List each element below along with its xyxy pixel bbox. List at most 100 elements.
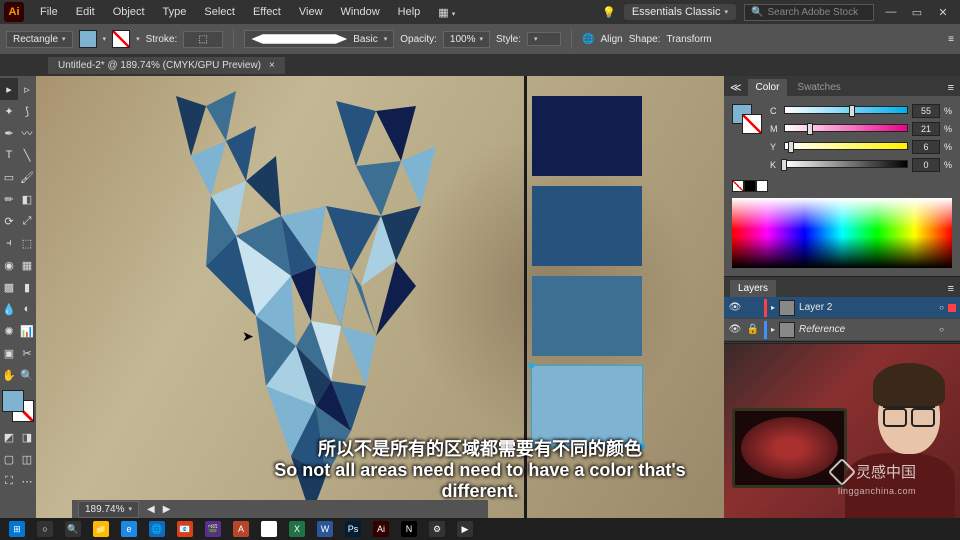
shape-builder-tool[interactable]: ◉: [0, 254, 18, 276]
cmyk-m-value[interactable]: 21: [912, 122, 940, 136]
taskbar-icon-11[interactable]: W: [312, 519, 338, 539]
lock-toggle-icon[interactable]: 🔒: [746, 324, 760, 335]
draw-behind-icon[interactable]: ◫: [18, 448, 36, 470]
taskbar-icon-12[interactable]: Ps: [340, 519, 366, 539]
menu-object[interactable]: Object: [105, 3, 153, 21]
taskbar-icon-0[interactable]: ⊞: [4, 519, 30, 539]
stroke-swatch[interactable]: [112, 30, 130, 48]
fill-stroke-swatches[interactable]: [2, 390, 34, 422]
cmyk-y-slider[interactable]: [784, 142, 908, 152]
color-spectrum[interactable]: [732, 198, 952, 268]
lasso-tool[interactable]: ⟆: [18, 100, 36, 122]
gradient-mode-icon[interactable]: ◨: [18, 426, 36, 448]
taskbar-icon-9[interactable]: ⬇: [256, 519, 282, 539]
taskbar-icon-8[interactable]: A: [228, 519, 254, 539]
palette-swatch-2[interactable]: [532, 276, 642, 356]
panel-menu-icon[interactable]: ≡: [948, 283, 954, 295]
target-icon[interactable]: ○: [939, 303, 944, 312]
swatches-tab[interactable]: Swatches: [789, 79, 848, 96]
bulb-icon[interactable]: 💡: [602, 6, 616, 19]
artboard-nav-next-icon[interactable]: ▶: [163, 504, 171, 515]
eraser-tool[interactable]: ◧: [18, 188, 36, 210]
expand-layer-icon[interactable]: ▸: [771, 303, 775, 312]
layer-name[interactable]: Layer 2: [799, 302, 832, 313]
scale-tool[interactable]: ⤢: [18, 210, 36, 232]
menu-effect[interactable]: Effect: [245, 3, 289, 21]
visibility-toggle-icon[interactable]: 👁: [728, 324, 742, 335]
draw-normal-icon[interactable]: ▢: [0, 448, 18, 470]
taskbar-icon-7[interactable]: 🎬: [200, 519, 226, 539]
menu-file[interactable]: File: [32, 3, 66, 21]
width-tool[interactable]: ⫞: [0, 232, 18, 254]
rotate-tool[interactable]: ⟳: [0, 210, 18, 232]
color-mode-icon[interactable]: ◩: [0, 426, 18, 448]
cmyk-c-slider[interactable]: [784, 106, 908, 116]
close-button[interactable]: ✕: [934, 3, 952, 21]
panel-menu-icon[interactable]: ≡: [948, 34, 954, 45]
color-tab[interactable]: Color: [748, 79, 788, 96]
menu-window[interactable]: Window: [333, 3, 388, 21]
taskbar-icon-10[interactable]: X: [284, 519, 310, 539]
minimize-button[interactable]: —: [882, 3, 900, 21]
mesh-tool[interactable]: ▩: [0, 276, 18, 298]
document-tab[interactable]: Untitled-2* @ 189.74% (CMYK/GPU Preview)…: [48, 57, 285, 74]
visibility-toggle-icon[interactable]: 👁: [728, 302, 742, 313]
menu-edit[interactable]: Edit: [68, 3, 103, 21]
expand-layer-icon[interactable]: ▸: [771, 325, 775, 334]
white-swatch[interactable]: [756, 180, 768, 192]
type-tool[interactable]: T: [0, 144, 18, 166]
tool-name-label[interactable]: Rectangle ▾: [6, 31, 73, 48]
eyedropper-tool[interactable]: 💧: [0, 298, 18, 320]
artboard-tool[interactable]: ▣: [0, 342, 18, 364]
rectangle-tool[interactable]: ▭: [0, 166, 18, 188]
pen-tool[interactable]: ✒: [0, 122, 18, 144]
stroke-weight-input[interactable]: ⬚: [183, 31, 223, 48]
align-label[interactable]: Align: [600, 34, 622, 45]
style-select[interactable]: ▾: [527, 32, 561, 46]
panel-menu-icon[interactable]: ≡: [948, 82, 954, 94]
menu-view[interactable]: View: [291, 3, 331, 21]
slice-tool[interactable]: ✂: [18, 342, 36, 364]
workspace-selector[interactable]: Essentials Classic ▾: [624, 4, 736, 20]
arrange-docs-icon[interactable]: ▦ ▾: [430, 3, 463, 22]
taskbar-icon-16[interactable]: ▶: [452, 519, 478, 539]
close-tab-icon[interactable]: ×: [269, 60, 275, 71]
taskbar-icon-3[interactable]: 📁: [88, 519, 114, 539]
menu-select[interactable]: Select: [196, 3, 243, 21]
fill-color-swatch[interactable]: [2, 390, 24, 412]
line-tool[interactable]: ╲: [18, 144, 36, 166]
transform-label[interactable]: Transform: [666, 34, 711, 45]
blend-tool[interactable]: ◐: [18, 298, 36, 320]
brush-tool[interactable]: 🖌: [18, 166, 36, 188]
taskbar-icon-5[interactable]: 🌐: [144, 519, 170, 539]
shaper-tool[interactable]: ✏: [0, 188, 18, 210]
taskbar-icon-6[interactable]: 📧: [172, 519, 198, 539]
fill-swatch[interactable]: [79, 30, 97, 48]
black-swatch[interactable]: [744, 180, 756, 192]
symbol-sprayer-tool[interactable]: ✺: [0, 320, 18, 342]
cmyk-k-slider[interactable]: [784, 160, 908, 170]
layer-row[interactable]: 👁 ▸ Layer 2 ○: [724, 297, 960, 319]
direct-selection-tool[interactable]: ▹: [18, 78, 36, 100]
panel-collapse-icon[interactable]: ≪: [730, 81, 742, 94]
layers-tab[interactable]: Layers: [730, 280, 776, 297]
brush-definition[interactable]: Basic ▾: [244, 30, 394, 48]
zoom-tool[interactable]: 🔍: [18, 364, 36, 386]
zoom-select[interactable]: 189.74% ▾: [78, 501, 139, 518]
menu-help[interactable]: Help: [390, 3, 429, 21]
magic-wand-tool[interactable]: ✦: [0, 100, 18, 122]
opacity-input[interactable]: 100% ▾: [443, 31, 490, 48]
taskbar-icon-14[interactable]: N: [396, 519, 422, 539]
taskbar-icon-4[interactable]: e: [116, 519, 142, 539]
menu-type[interactable]: Type: [155, 3, 195, 21]
graph-tool[interactable]: 📊: [18, 320, 36, 342]
taskbar-icon-2[interactable]: 🔍: [60, 519, 86, 539]
taskbar-icon-15[interactable]: ⚙: [424, 519, 450, 539]
palette-swatch-3[interactable]: [532, 366, 642, 446]
free-transform-tool[interactable]: ⬚: [18, 232, 36, 254]
artboard-nav-prev-icon[interactable]: ◀: [147, 504, 155, 515]
doc-setup-icon[interactable]: 🌐: [582, 34, 594, 45]
screen-mode-icon[interactable]: ⛶: [0, 470, 18, 492]
cmyk-k-value[interactable]: 0: [912, 158, 940, 172]
panel-stroke-swatch[interactable]: [742, 114, 762, 134]
